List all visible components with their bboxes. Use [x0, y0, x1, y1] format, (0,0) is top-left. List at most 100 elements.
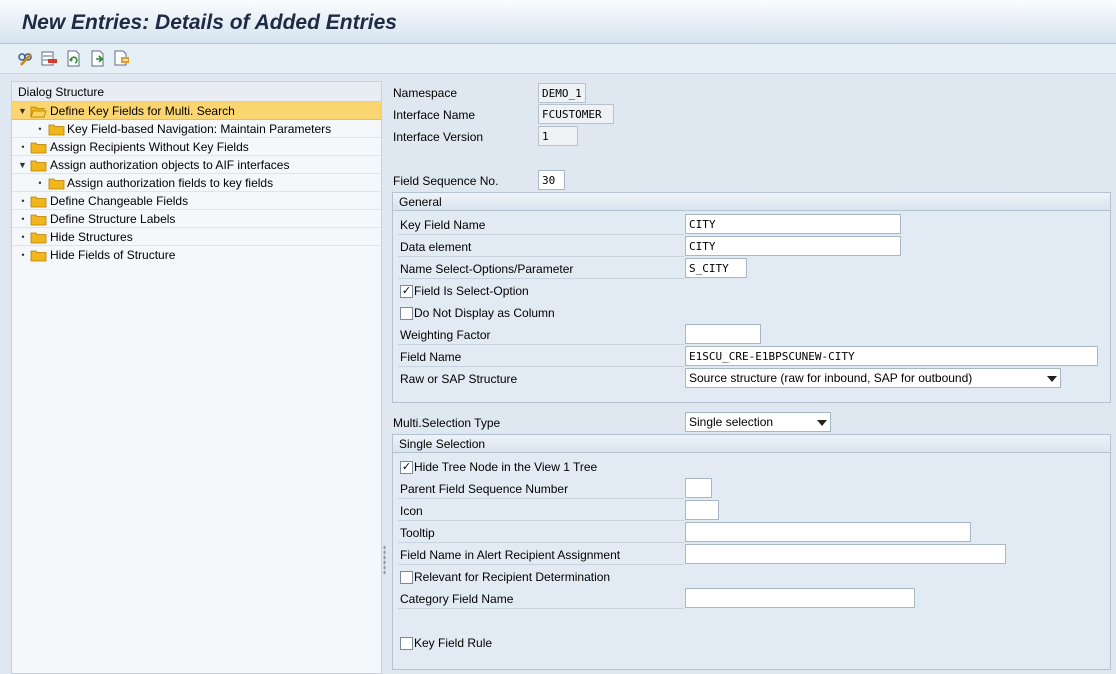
field-name-label: Field Name [400, 350, 462, 364]
folder-icon [48, 123, 65, 139]
tree-item-hide-fields-of-structure[interactable]: • Hide Fields of Structure [12, 246, 381, 264]
panel-splitter[interactable] [383, 545, 386, 575]
row-divider [398, 278, 684, 279]
weighting-factor-label: Weighting Factor [400, 328, 491, 342]
tree-item-hide-structures[interactable]: • Hide Structures [12, 228, 381, 246]
bullet-icon: • [21, 196, 25, 206]
row-divider [398, 564, 684, 565]
weighting-factor-input[interactable] [685, 324, 761, 344]
expand-triangle-icon[interactable]: ▼ [18, 160, 27, 170]
data-element-input[interactable]: CITY [685, 236, 901, 256]
folder-icon [30, 159, 47, 175]
checkmark-icon: ✓ [401, 285, 412, 297]
tree-item-label: Hide Fields of Structure [50, 248, 176, 262]
namespace-label: Namespace [393, 86, 458, 100]
field-sequence-label: Field Sequence No. [393, 174, 499, 188]
folder-icon [30, 141, 47, 157]
bullet-icon: • [21, 214, 25, 224]
interface-name-label: Interface Name [393, 108, 476, 122]
folder-icon [48, 177, 65, 193]
tooltip-input[interactable] [685, 522, 971, 542]
expand-triangle-icon[interactable]: ▼ [18, 106, 27, 116]
field-is-select-option-label: Field Is Select-Option [414, 284, 529, 298]
checkmark-icon: ✓ [401, 461, 412, 473]
tree-item-label: Assign authorization fields to key field… [67, 176, 274, 190]
interface-version-field: 1 [538, 126, 578, 146]
open-folder-icon [30, 105, 47, 121]
data-element-label: Data element [400, 240, 472, 254]
delete-row-icon[interactable] [40, 49, 58, 67]
raw-sap-structure-dropdown[interactable]: Source structure (raw for inbound, SAP f… [685, 368, 1061, 388]
category-field-name-label: Category Field Name [400, 592, 514, 606]
folder-icon [30, 213, 47, 229]
tree-item-assign-recipients[interactable]: • Assign Recipients Without Key Fields [12, 138, 381, 156]
display-change-icon[interactable] [16, 49, 34, 67]
row-divider [398, 256, 684, 257]
tree-item-define-key-fields[interactable]: ▼ Define Key Fields for Multi. Search [12, 102, 381, 120]
row-divider [398, 520, 684, 521]
row-divider [398, 344, 684, 345]
tree-item-assign-auth-fields[interactable]: • Assign authorization fields to key fie… [12, 174, 381, 192]
bullet-icon: • [21, 232, 25, 242]
tree-item-label: Define Changeable Fields [50, 194, 189, 208]
folder-icon [30, 195, 47, 211]
page-title: New Entries: Details of Added Entries [22, 11, 397, 34]
field-sequence-input[interactable]: 30 [538, 170, 565, 190]
namespace-field: DEMO_1 [538, 83, 586, 103]
dialog-structure-header: Dialog Structure [12, 82, 381, 102]
row-divider [398, 542, 684, 543]
application-toolbar [0, 44, 1116, 74]
tree-item-label: Assign Recipients Without Key Fields [50, 140, 249, 154]
category-field-name-input[interactable] [685, 588, 915, 608]
key-field-name-input[interactable]: CITY [685, 214, 901, 234]
transport-icon[interactable] [112, 49, 130, 67]
icon-label: Icon [400, 504, 423, 518]
tree-item-label: Define Key Fields for Multi. Search [50, 104, 235, 118]
bullet-icon: • [21, 142, 25, 152]
multi-selection-type-label: Multi.Selection Type [393, 416, 501, 430]
dropdown-value: Single selection [689, 415, 774, 429]
key-field-rule-label: Key Field Rule [414, 636, 493, 650]
bullet-icon: • [38, 178, 42, 188]
relevant-recipient-checkbox[interactable] [400, 571, 413, 584]
name-select-options-input[interactable]: S_CITY [685, 258, 747, 278]
key-field-rule-checkbox[interactable] [400, 637, 413, 650]
tree-item-define-structure-labels[interactable]: • Define Structure Labels [12, 210, 381, 228]
alert-field-name-label: Field Name in Alert Recipient Assignment [400, 548, 621, 562]
interface-version-label: Interface Version [393, 130, 484, 144]
field-name-input[interactable]: E1SCU_CRE-E1BPSCUNEW-CITY [685, 346, 1098, 366]
dropdown-arrow-icon [817, 420, 827, 426]
interface-name-field: FCUSTOMER [538, 104, 614, 124]
folder-icon [30, 231, 47, 247]
bullet-icon: • [21, 250, 25, 260]
next-entry-icon[interactable] [88, 49, 106, 67]
tooltip-label: Tooltip [400, 526, 435, 540]
undo-icon[interactable] [64, 49, 82, 67]
tree-item-label: Hide Structures [50, 230, 133, 244]
parent-field-sequence-label: Parent Field Sequence Number [400, 482, 569, 496]
hide-tree-node-checkbox[interactable]: ✓ [400, 461, 413, 474]
tree-item-label: Define Structure Labels [50, 212, 176, 226]
hide-tree-node-label: Hide Tree Node in the View 1 Tree [414, 460, 598, 474]
tree-item-define-changeable-fields[interactable]: • Define Changeable Fields [12, 192, 381, 210]
multi-selection-type-dropdown[interactable]: Single selection [685, 412, 831, 432]
row-divider [398, 608, 684, 609]
bullet-icon: • [38, 124, 42, 134]
do-not-display-checkbox[interactable] [400, 307, 413, 320]
field-is-select-option-checkbox[interactable]: ✓ [400, 285, 413, 298]
dialog-structure-panel: Dialog Structure ▼ Define Key Fields for… [11, 81, 382, 674]
tree-item-assign-auth-objects[interactable]: ▼ Assign authorization objects to AIF in… [12, 156, 381, 174]
alert-field-name-input[interactable] [685, 544, 1006, 564]
tree-item-key-field-navigation[interactable]: • Key Field-based Navigation: Maintain P… [12, 120, 381, 138]
row-divider [398, 366, 684, 367]
general-group-header: General [393, 193, 1110, 211]
parent-field-sequence-input[interactable] [685, 478, 712, 498]
single-selection-group-header: Single Selection [393, 435, 1110, 453]
key-field-name-label: Key Field Name [400, 218, 486, 232]
row-divider [398, 498, 684, 499]
folder-icon [30, 249, 47, 265]
dropdown-arrow-icon [1047, 376, 1057, 382]
name-select-options-label: Name Select-Options/Parameter [400, 262, 574, 276]
tree-item-label: Assign authorization objects to AIF inte… [50, 158, 290, 172]
icon-input[interactable] [685, 500, 719, 520]
